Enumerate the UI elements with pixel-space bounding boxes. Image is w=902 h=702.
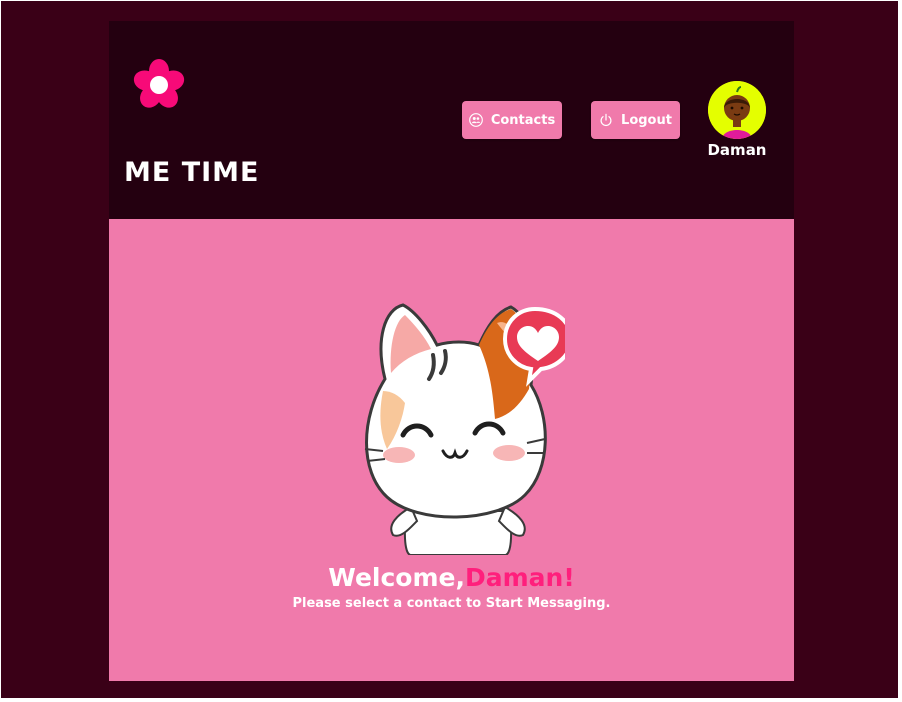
users-icon bbox=[468, 113, 483, 127]
logout-button[interactable]: Logout bbox=[591, 101, 680, 139]
user-avatar[interactable] bbox=[708, 81, 766, 139]
flower-logo-icon bbox=[133, 59, 185, 108]
user-name: Daman bbox=[707, 141, 767, 159]
contacts-button-label: Contacts bbox=[490, 112, 556, 128]
contacts-button[interactable]: Contacts bbox=[462, 101, 562, 139]
logout-button-label: Logout bbox=[621, 112, 672, 128]
welcome-instructions: Please select a contact to Start Messagi… bbox=[292, 596, 611, 611]
app-header: ME TIME Contacts Logout Daman bbox=[109, 21, 794, 219]
power-icon bbox=[600, 113, 612, 127]
cat-heart-illustration bbox=[364, 303, 565, 555]
brand-title: ME TIME bbox=[124, 157, 260, 188]
chat-app-container: ME TIME Contacts Logout Daman Welcome,Da… bbox=[109, 21, 794, 681]
page-background: ME TIME Contacts Logout Daman Welcome,Da… bbox=[0, 0, 900, 700]
welcome-panel: Welcome,Daman! Please select a contact t… bbox=[109, 219, 794, 681]
user-avatar-icon bbox=[708, 81, 766, 139]
welcome-greeting: Welcome, bbox=[328, 563, 465, 592]
welcome-heading: Welcome,Daman! bbox=[109, 563, 794, 592]
welcome-user-name: Daman! bbox=[464, 563, 575, 592]
